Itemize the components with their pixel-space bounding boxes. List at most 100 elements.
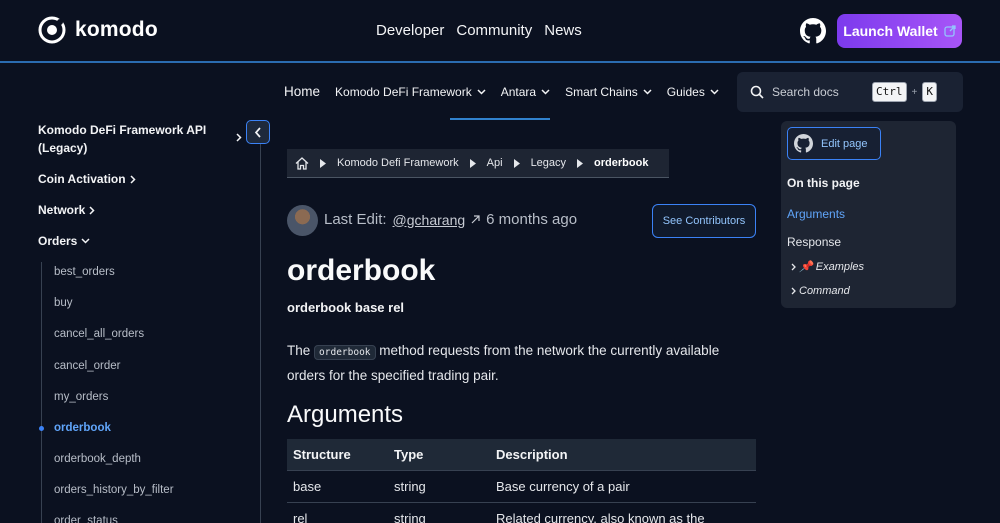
toc-item-command[interactable]: Command (791, 285, 850, 297)
chevron-down-icon (477, 88, 486, 95)
sidebar-item-orderbook[interactable]: orderbook (54, 422, 111, 434)
chevron-left-icon (254, 126, 261, 138)
brand-name: komodo (75, 18, 158, 41)
external-link-icon (944, 25, 956, 37)
subnav-guides[interactable]: Guides (667, 85, 719, 99)
caret-right-icon (320, 158, 326, 168)
arrow-up-right-icon (471, 215, 480, 224)
edit-page-label: Edit page (821, 137, 868, 150)
last-edit-label: Last Edit: (324, 211, 387, 228)
arguments-table: Structure Type Description base string B… (287, 439, 756, 523)
shortcut-key-k: K (922, 82, 937, 102)
github-link[interactable] (800, 18, 826, 44)
sidebar-item-label: Coin Activation (38, 172, 126, 186)
sidebar-section-title[interactable]: Komodo DeFi Framework API (Legacy) (38, 121, 233, 157)
search-input[interactable]: Search docs Ctrl + K (737, 72, 963, 112)
toc-item-examples[interactable]: 📌 Examples (791, 260, 864, 273)
toc-item-response[interactable]: Response (787, 235, 841, 249)
breadcrumb-api[interactable]: Api (487, 157, 503, 169)
nav-community[interactable]: Community (456, 22, 532, 39)
table-row: base string Base currency of a pair (287, 471, 756, 503)
shortcut-key-ctrl: Ctrl (872, 82, 907, 102)
table-cell: base (293, 479, 322, 494)
section-heading-arguments: Arguments (287, 401, 404, 428)
active-tab-indicator (450, 118, 550, 120)
subnav-smart-chains[interactable]: Smart Chains (565, 85, 652, 99)
breadcrumb-legacy[interactable]: Legacy (531, 157, 566, 169)
table-row: rel string Related currency, also known … (287, 503, 756, 523)
nav-developer[interactable]: Developer (376, 22, 444, 39)
table-cell: rel (293, 511, 308, 523)
toc-sub-label: Command (799, 285, 850, 297)
sidebar-item-network[interactable]: Network (38, 203, 95, 217)
top-header: komodo Developer Community News Launch W… (0, 0, 1000, 63)
sidebar-item-orders[interactable]: Orders (38, 234, 90, 248)
chevron-down-icon (710, 88, 719, 95)
chevron-down-icon (643, 88, 652, 95)
last-edit-time: 6 months ago (486, 211, 578, 228)
table-cell: string (394, 479, 426, 494)
subnav-label: Guides (666, 84, 705, 99)
avatar (287, 205, 318, 236)
subnav-home[interactable]: Home (284, 84, 320, 99)
sidebar-item-order-status[interactable]: order_status (54, 515, 118, 523)
search-icon (750, 85, 764, 99)
top-navigation: Developer Community News (376, 22, 582, 39)
launch-wallet-button[interactable]: Launch Wallet (837, 14, 962, 48)
subnav-label: Smart Chains (565, 84, 638, 99)
subnav-label: Komodo DeFi Framework (335, 84, 472, 99)
shortcut-plus: + (911, 86, 918, 98)
breadcrumb: Komodo Defi Framework Api Legacy orderbo… (287, 149, 669, 178)
breadcrumb-current: orderbook (594, 157, 649, 169)
sidebar-item-orders-history-by-filter[interactable]: orders_history_by_filter (54, 484, 174, 496)
github-icon (794, 134, 813, 153)
toc-heading: On this page (787, 176, 860, 190)
table-cell: string (394, 511, 426, 523)
table-header-cell: Structure (293, 447, 351, 462)
sidebar-item-coin-activation[interactable]: Coin Activation (38, 172, 136, 186)
sidebar-item-buy[interactable]: buy (54, 297, 73, 309)
last-edit-user-link[interactable]: @gcharang (393, 212, 466, 228)
subnav-antara[interactable]: Antara (501, 85, 550, 99)
sidebar-item-label: Network (38, 203, 86, 217)
chevron-down-icon (81, 238, 90, 244)
chevron-down-icon (541, 88, 550, 95)
sidebar-item-cancel-all-orders[interactable]: cancel_all_orders (54, 328, 144, 340)
active-item-dot (39, 426, 44, 431)
table-header-cell: Description (496, 447, 568, 462)
intro-paragraph: The orderbook method requests from the n… (287, 339, 747, 387)
chevron-right-icon (89, 205, 95, 215)
submenu-guide-line (41, 262, 42, 523)
home-icon[interactable] (295, 156, 309, 170)
toc-sub-label: 📌 Examples (799, 261, 865, 273)
breadcrumb-komodo-defi-framework[interactable]: Komodo Defi Framework (337, 157, 459, 169)
intro-text-before: The (287, 343, 311, 358)
method-signature: orderbook base rel (287, 300, 405, 315)
collapse-sidebar-button[interactable] (246, 120, 270, 144)
subnav-komodo-defi-framework[interactable]: Komodo DeFi Framework (335, 85, 486, 99)
komodo-logo-icon (38, 16, 66, 44)
edit-page-button[interactable]: Edit page (787, 127, 881, 160)
table-header-cell: Type (394, 447, 424, 462)
sidebar-item-best-orders[interactable]: best_orders (54, 266, 115, 278)
sidebar-divider (260, 144, 261, 523)
sidebar-item-orderbook-depth[interactable]: orderbook_depth (54, 453, 141, 465)
sidebar-item-cancel-order[interactable]: cancel_order (54, 360, 120, 372)
page-title: orderbook (287, 254, 436, 287)
caret-right-icon (513, 158, 520, 168)
logo[interactable]: komodo (38, 16, 158, 44)
table-cell: Related currency, also known as the (496, 511, 705, 523)
subnav-label: Antara (500, 84, 537, 99)
see-contributors-button[interactable]: See Contributors (652, 204, 756, 238)
table-of-contents: Edit page On this page Arguments Respons… (781, 121, 956, 308)
chevron-right-icon (791, 287, 796, 295)
nav-news[interactable]: News (544, 22, 582, 39)
last-edit-info: Last Edit: @gcharang 6 months ago (324, 211, 577, 228)
chevron-right-icon (130, 174, 136, 184)
chevron-right-icon (791, 263, 796, 270)
chevron-right-icon (236, 133, 242, 142)
table-header-row: Structure Type Description (287, 439, 756, 471)
table-cell: Base currency of a pair (496, 479, 630, 494)
sidebar-item-my-orders[interactable]: my_orders (54, 391, 108, 403)
toc-item-arguments[interactable]: Arguments (787, 207, 845, 221)
